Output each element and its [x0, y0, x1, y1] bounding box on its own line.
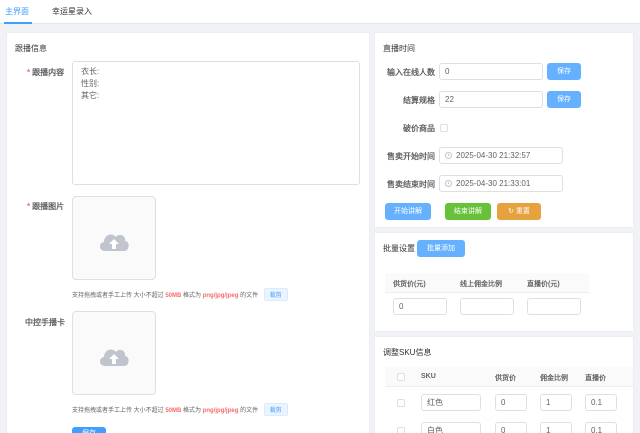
control-card-upload-hint: 支持拖拽或者手工上传 大小不超过 50MB 格式为 png/jpg/jpeg 的…	[72, 403, 288, 416]
refresh-icon: ↻	[508, 208, 516, 215]
tab-main[interactable]: 主界面	[5, 6, 29, 17]
batch-add-button[interactable]: 批量添加	[417, 240, 465, 257]
column-header: 直播价	[585, 375, 606, 382]
sku-ratio-input[interactable]: 1	[540, 394, 572, 411]
sale-end-input[interactable]: 2025-04-30 21:33:01	[439, 175, 563, 192]
column-header: 供货价(元)	[393, 281, 426, 288]
broken-price-checkbox[interactable]	[440, 124, 448, 132]
select-all-checkbox[interactable]	[397, 373, 405, 381]
column-header: 佣金比例	[540, 375, 568, 382]
sku-ratio-input[interactable]: 1	[540, 422, 572, 433]
control-card-upload-box[interactable]	[72, 311, 156, 395]
column-header: 线上佣金比例	[460, 281, 502, 288]
clock-icon	[445, 152, 452, 159]
batch-ratio-input[interactable]	[460, 298, 514, 315]
spec-save-button[interactable]: 保存	[547, 91, 581, 108]
start-explain-button[interactable]: 开始讲解	[385, 203, 431, 220]
row-checkbox[interactable]	[397, 427, 405, 433]
live-time-card: 直播时间 输入在线人数 0 保存 结算规格 22 保存 破价商品 售卖开始时间 …	[374, 32, 634, 228]
batch-settings-title: 批量设置	[383, 244, 415, 253]
sku-supply-input[interactable]: 0	[495, 394, 527, 411]
reset-button[interactable]: ↻ 重置	[497, 203, 541, 220]
sku-price-input[interactable]: 0.1	[585, 394, 617, 411]
tab-bar: 主界面 幸运星录入	[0, 0, 640, 24]
image-upload-box[interactable]	[72, 196, 156, 280]
spec-label: 结算规格	[403, 96, 435, 105]
save-button[interactable]: 保存	[72, 427, 106, 433]
crop-button[interactable]: 裁剪	[263, 403, 288, 416]
online-save-button[interactable]: 保存	[547, 63, 581, 80]
cloud-upload-icon	[99, 234, 129, 251]
content-textarea[interactable]	[72, 61, 360, 185]
sale-start-input[interactable]: 2025-04-30 21:32:57	[439, 147, 563, 164]
sku-info-card: 调整SKU信息 SKU 供货价 佣金比例 直播价 红色 0 1 0.1 白色 0…	[374, 336, 634, 433]
sku-supply-input[interactable]: 0	[495, 422, 527, 433]
batch-supply-input[interactable]: 0	[393, 298, 447, 315]
content-label: * 跟播内容	[27, 68, 65, 77]
end-explain-button[interactable]: 结束讲解	[445, 203, 491, 220]
sale-start-label: 售卖开始时间	[387, 152, 435, 161]
live-time-title: 直播时间	[383, 44, 415, 53]
control-card-label: 中控手播卡	[25, 318, 65, 327]
sku-name-input[interactable]: 白色	[421, 422, 481, 433]
crop-button[interactable]: 裁剪	[263, 288, 288, 301]
images-label: * 跟播图片	[27, 202, 65, 211]
column-header: SKU	[421, 373, 436, 380]
sku-name-input[interactable]: 红色	[421, 394, 481, 411]
broken-price-label: 破价商品	[403, 124, 435, 133]
batch-price-input[interactable]	[527, 298, 581, 315]
batch-table-header: 供货价(元) 线上佣金比例 直播价(元)	[385, 273, 589, 293]
sku-table-header: SKU 供货价 佣金比例 直播价	[385, 367, 633, 387]
online-count-label: 输入在线人数	[387, 68, 435, 77]
column-header: 直播价(元)	[527, 281, 560, 288]
sku-info-title: 调整SKU信息	[383, 348, 432, 357]
tab-lucky-star[interactable]: 幸运星录入	[52, 6, 92, 17]
spec-input[interactable]: 22	[439, 91, 543, 108]
follow-info-card: 跟播信息 *跟播内容 *跟播图片 支持拖拽或者手工上传 大小不超过 50MB 格…	[6, 32, 370, 433]
batch-settings-card: 批量设置 批量添加 供货价(元) 线上佣金比例 直播价(元) 0	[374, 232, 634, 332]
cloud-upload-icon	[99, 349, 129, 366]
clock-icon	[445, 180, 452, 187]
sale-end-label: 售卖结束时间	[387, 180, 435, 189]
active-tab-indicator	[4, 22, 32, 24]
column-header: 供货价	[495, 375, 516, 382]
sku-price-input[interactable]: 0.1	[585, 422, 617, 433]
row-checkbox[interactable]	[397, 399, 405, 407]
online-count-input[interactable]: 0	[439, 63, 543, 80]
follow-info-title: 跟播信息	[15, 44, 47, 53]
image-upload-hint: 支持拖拽或者手工上传 大小不超过 50MB 格式为 png/jpg/jpeg 的…	[72, 288, 288, 301]
